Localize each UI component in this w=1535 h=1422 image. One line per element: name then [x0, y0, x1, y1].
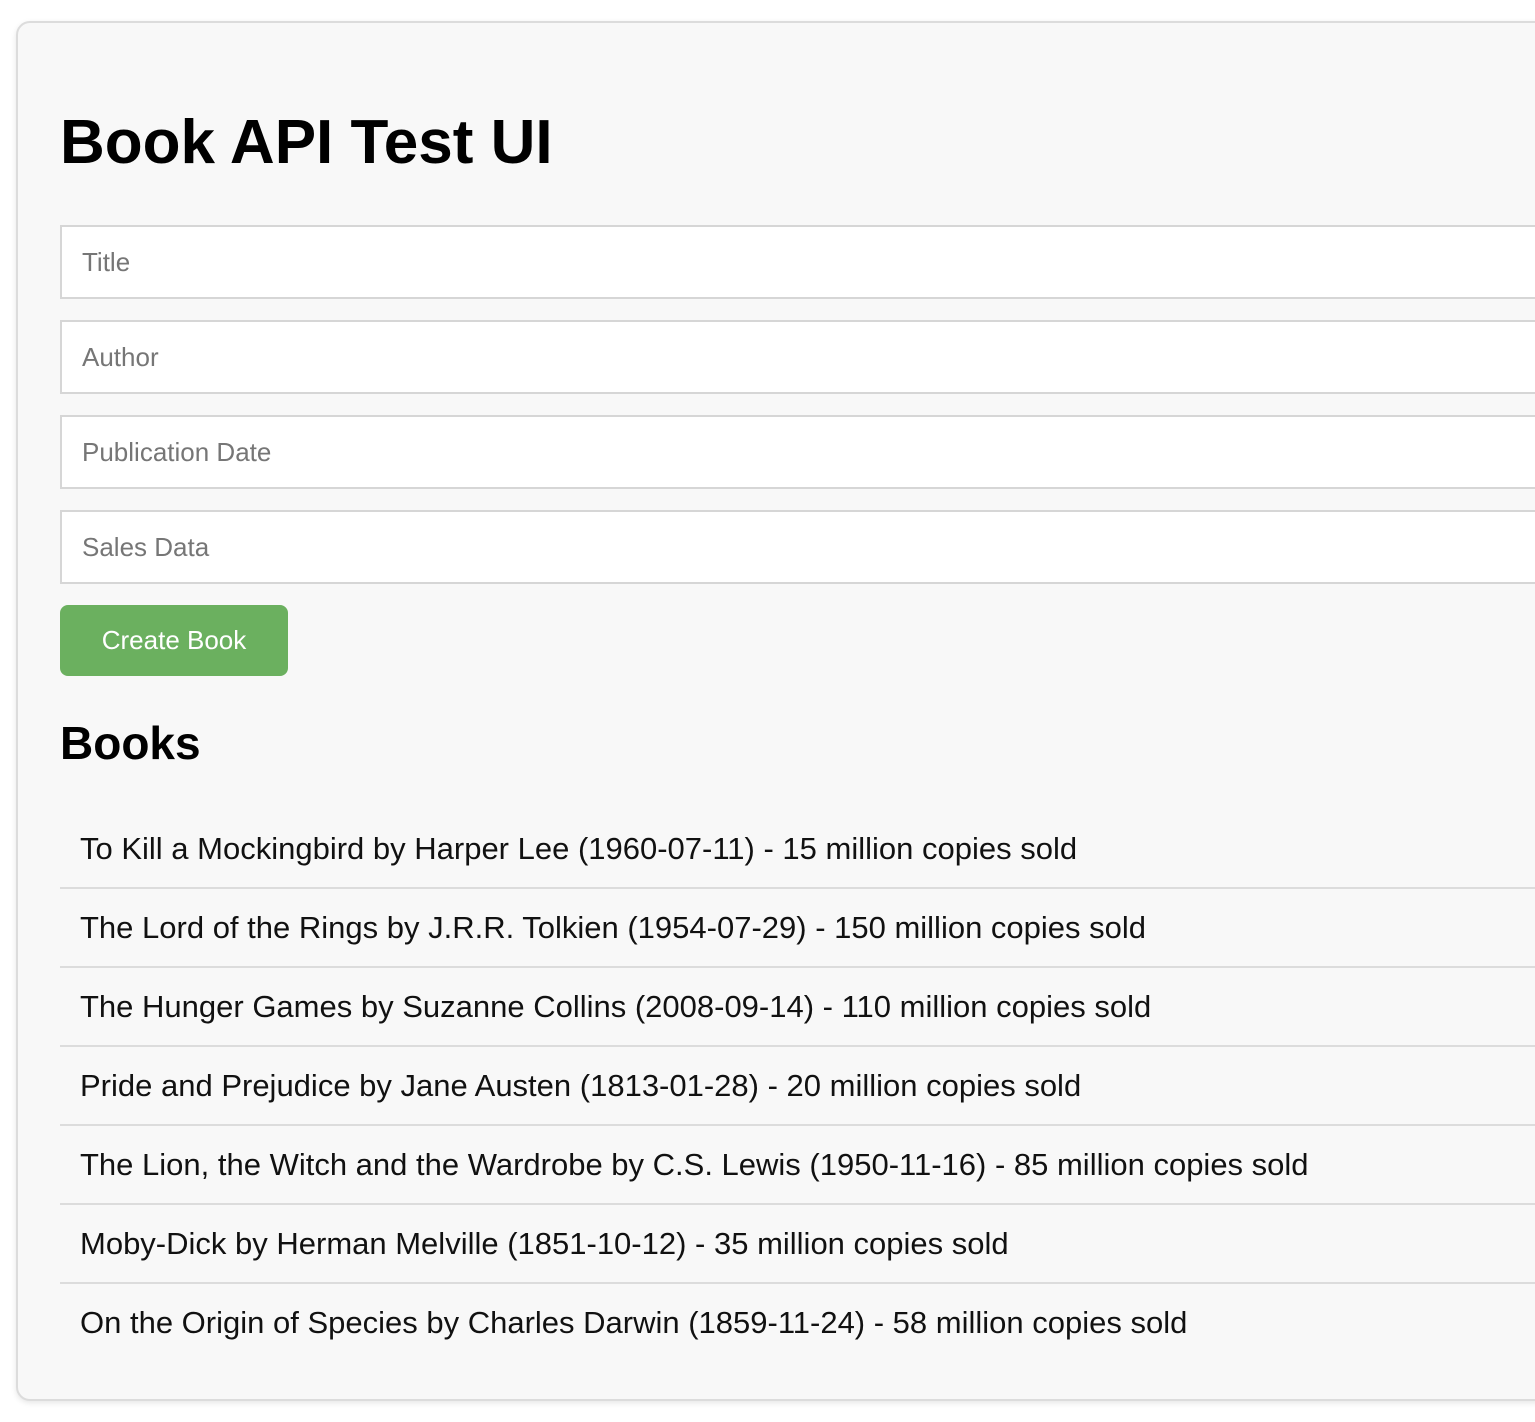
title-input[interactable]	[60, 225, 1535, 299]
book-list-item: Moby-Dick by Herman Melville (1851-10-12…	[60, 1205, 1535, 1284]
sales-data-input[interactable]	[60, 510, 1535, 584]
book-list-item: To Kill a Mockingbird by Harper Lee (196…	[60, 810, 1535, 889]
author-input[interactable]	[60, 320, 1535, 394]
book-list: To Kill a Mockingbird by Harper Lee (196…	[60, 810, 1535, 1363]
book-list-item: The Lord of the Rings by J.R.R. Tolkien …	[60, 889, 1535, 968]
book-list-item: Pride and Prejudice by Jane Austen (1813…	[60, 1047, 1535, 1126]
book-list-item: The Hunger Games by Suzanne Collins (200…	[60, 968, 1535, 1047]
publication-date-input[interactable]	[60, 415, 1535, 489]
books-heading: Books	[60, 717, 201, 769]
book-list-item: The Lion, the Witch and the Wardrobe by …	[60, 1126, 1535, 1205]
book-list-item: On the Origin of Species by Charles Darw…	[80, 1305, 1188, 1340]
main-container: Book API Test UI Create Book Books To Ki…	[16, 21, 1535, 1401]
create-book-button[interactable]: Create Book	[60, 605, 288, 676]
page-title: Book API Test UI	[60, 108, 553, 177]
